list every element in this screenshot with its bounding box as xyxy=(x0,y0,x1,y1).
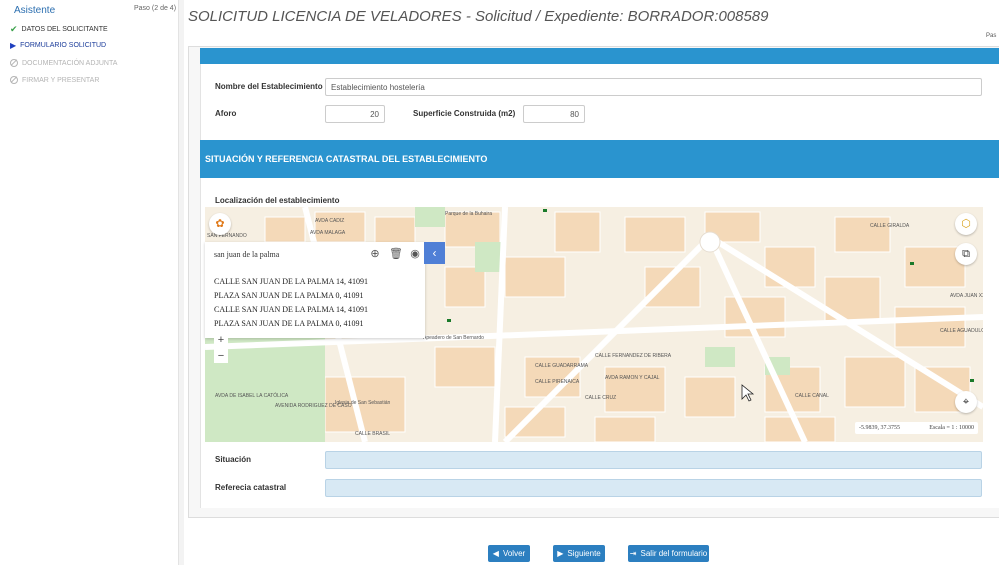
localizacion-label: Localización del establecimiento xyxy=(215,196,340,205)
svg-text:CALLE GUADARRAMA: CALLE GUADARRAMA xyxy=(535,363,589,369)
wizard-sidebar: Asistente Paso (2 de 4) ✔ DATOS DEL SOLI… xyxy=(0,0,179,565)
base-map-icon[interactable]: ⬡ xyxy=(955,213,977,235)
wizard-step-label: FORMULARIO SOLICITUD xyxy=(20,42,107,49)
svg-text:Apeadero de San Bernardo: Apeadero de San Bernardo xyxy=(423,335,484,341)
volver-button[interactable]: ◀ Volver xyxy=(488,545,530,562)
wizard-step-documentacion: DOCUMENTACIÓN ADJUNTA xyxy=(10,59,117,67)
situacion-field xyxy=(325,451,982,469)
svg-text:CALLE CANAL: CALLE CANAL xyxy=(795,393,829,399)
search-result-item[interactable]: CALLE SAN JUAN DE LA PALMA 14, 41091 xyxy=(214,277,368,286)
svg-text:CALLE GIRALDA: CALLE GIRALDA xyxy=(870,223,910,229)
salir-label: Salir del formulario xyxy=(640,549,708,558)
wizard-step-label: DATOS DEL SOLICITANTE xyxy=(21,26,108,33)
search-result-item[interactable]: PLAZA SAN JUAN DE LA PALMA 0, 41091 xyxy=(214,291,364,300)
search-result-item[interactable]: CALLE SAN JUAN DE LA PALMA 14, 41091 xyxy=(214,305,368,314)
wizard-title: Asistente xyxy=(14,5,56,16)
svg-text:CALLE CRUZ: CALLE CRUZ xyxy=(585,395,616,401)
globe-icon[interactable]: ⊕ xyxy=(369,248,381,260)
wizard-step-datos[interactable]: ✔ DATOS DEL SOLICITANTE xyxy=(10,24,108,35)
search-result-item[interactable]: PLAZA SAN JUAN DE LA PALMA 0, 41091 xyxy=(214,319,364,328)
coordinates-readout: -5.9839, 37.3755 xyxy=(859,425,900,431)
volver-label: Volver xyxy=(502,549,526,558)
superficie-label: Superficie Construida (m2) xyxy=(413,109,516,118)
wizard-step-label: FIRMAR Y PRESENTAR xyxy=(22,76,100,84)
svg-text:CALLE BRASIL: CALLE BRASIL xyxy=(355,431,390,437)
fullscreen-icon[interactable]: ⧉ xyxy=(955,243,977,265)
ban-icon xyxy=(10,59,18,67)
svg-text:AVDA MALAGA: AVDA MALAGA xyxy=(310,230,346,236)
page-title: SOLICITUD LICENCIA DE VELADORES - Solici… xyxy=(188,8,769,25)
target-icon[interactable]: ◉ xyxy=(409,248,421,260)
siguiente-label: Siguiente xyxy=(567,549,601,558)
locate-icon[interactable]: ⌖ xyxy=(955,391,977,413)
nombre-label: Nombre del Establecimiento xyxy=(215,82,323,91)
address-search-panel: san juan de la palma ⊕ 🗑 ◉ ‹ CALLE SAN J… xyxy=(205,242,445,338)
section-header-bar xyxy=(200,48,999,64)
wizard-step-formulario[interactable]: ▶ FORMULARIO SOLICITUD xyxy=(10,41,106,50)
svg-text:CALLE AGUADULCE: CALLE AGUADULCE xyxy=(940,328,983,334)
svg-text:AVDA CADIZ: AVDA CADIZ xyxy=(315,218,344,224)
svg-text:SAN FERNANDO: SAN FERNANDO xyxy=(207,233,247,239)
sidebar-splitter[interactable] xyxy=(179,0,184,565)
nombre-input[interactable]: Establecimiento hostelería xyxy=(325,78,982,96)
arrow-right-icon: ▶ xyxy=(557,549,564,558)
svg-text:Iglesia de San Sebastián: Iglesia de San Sebastián xyxy=(335,400,391,406)
collapse-panel-button[interactable]: ‹ xyxy=(424,242,445,264)
superficie-input[interactable]: 80 xyxy=(523,105,585,123)
ban-icon xyxy=(10,76,18,84)
svg-text:CALLE FERNANDEZ DE RIBERA: CALLE FERNANDEZ DE RIBERA xyxy=(595,353,672,359)
svg-text:AVDA JUAN XXIII: AVDA JUAN XXIII xyxy=(950,293,983,299)
trash-icon[interactable]: 🗑 xyxy=(389,248,403,260)
situacion-label: Situación xyxy=(215,455,252,464)
aforo-label: Aforo xyxy=(215,109,237,118)
siguiente-button[interactable]: ▶ Siguiente xyxy=(553,545,605,562)
play-icon: ▶ xyxy=(10,41,17,50)
svg-text:CALLE PIRENAICA: CALLE PIRENAICA xyxy=(535,379,580,385)
referencia-label: Referecia catastral xyxy=(215,483,287,492)
layers-icon[interactable]: ✿ xyxy=(209,213,231,235)
svg-text:AVDA DE ISABEL LA CATÓLICA: AVDA DE ISABEL LA CATÓLICA xyxy=(215,392,289,399)
check-icon: ✔ xyxy=(10,24,18,34)
wizard-step-label: DOCUMENTACIÓN ADJUNTA xyxy=(22,59,118,67)
wizard-step-firmar: FIRMAR Y PRESENTAR xyxy=(10,76,99,84)
zoom-out-button[interactable]: − xyxy=(214,349,228,363)
aforo-input[interactable]: 20 xyxy=(325,105,385,123)
step-label: Pas xyxy=(986,33,997,39)
arrow-left-icon: ◀ xyxy=(492,549,499,558)
svg-text:Parque de la Buhaira: Parque de la Buhaira xyxy=(445,211,492,217)
scale-readout: Escala = 1 : 10000 xyxy=(929,425,974,431)
svg-text:AVDA RAMON Y CAJAL: AVDA RAMON Y CAJAL xyxy=(605,375,660,381)
salir-button[interactable]: ⇥ Salir del formulario xyxy=(628,545,709,562)
wizard-step-indicator: Paso (2 de 4) xyxy=(134,5,177,12)
section-title: SITUACIÓN Y REFERENCIA CATASTRAL DEL EST… xyxy=(200,140,999,178)
referencia-field xyxy=(325,479,982,497)
address-search-input[interactable]: san juan de la palma xyxy=(214,250,279,259)
exit-icon: ⇥ xyxy=(629,549,637,558)
zoom-in-button[interactable]: + xyxy=(214,333,228,347)
map-coordinates-bar: -5.9839, 37.3755 Escala = 1 : 10000 xyxy=(855,422,978,434)
